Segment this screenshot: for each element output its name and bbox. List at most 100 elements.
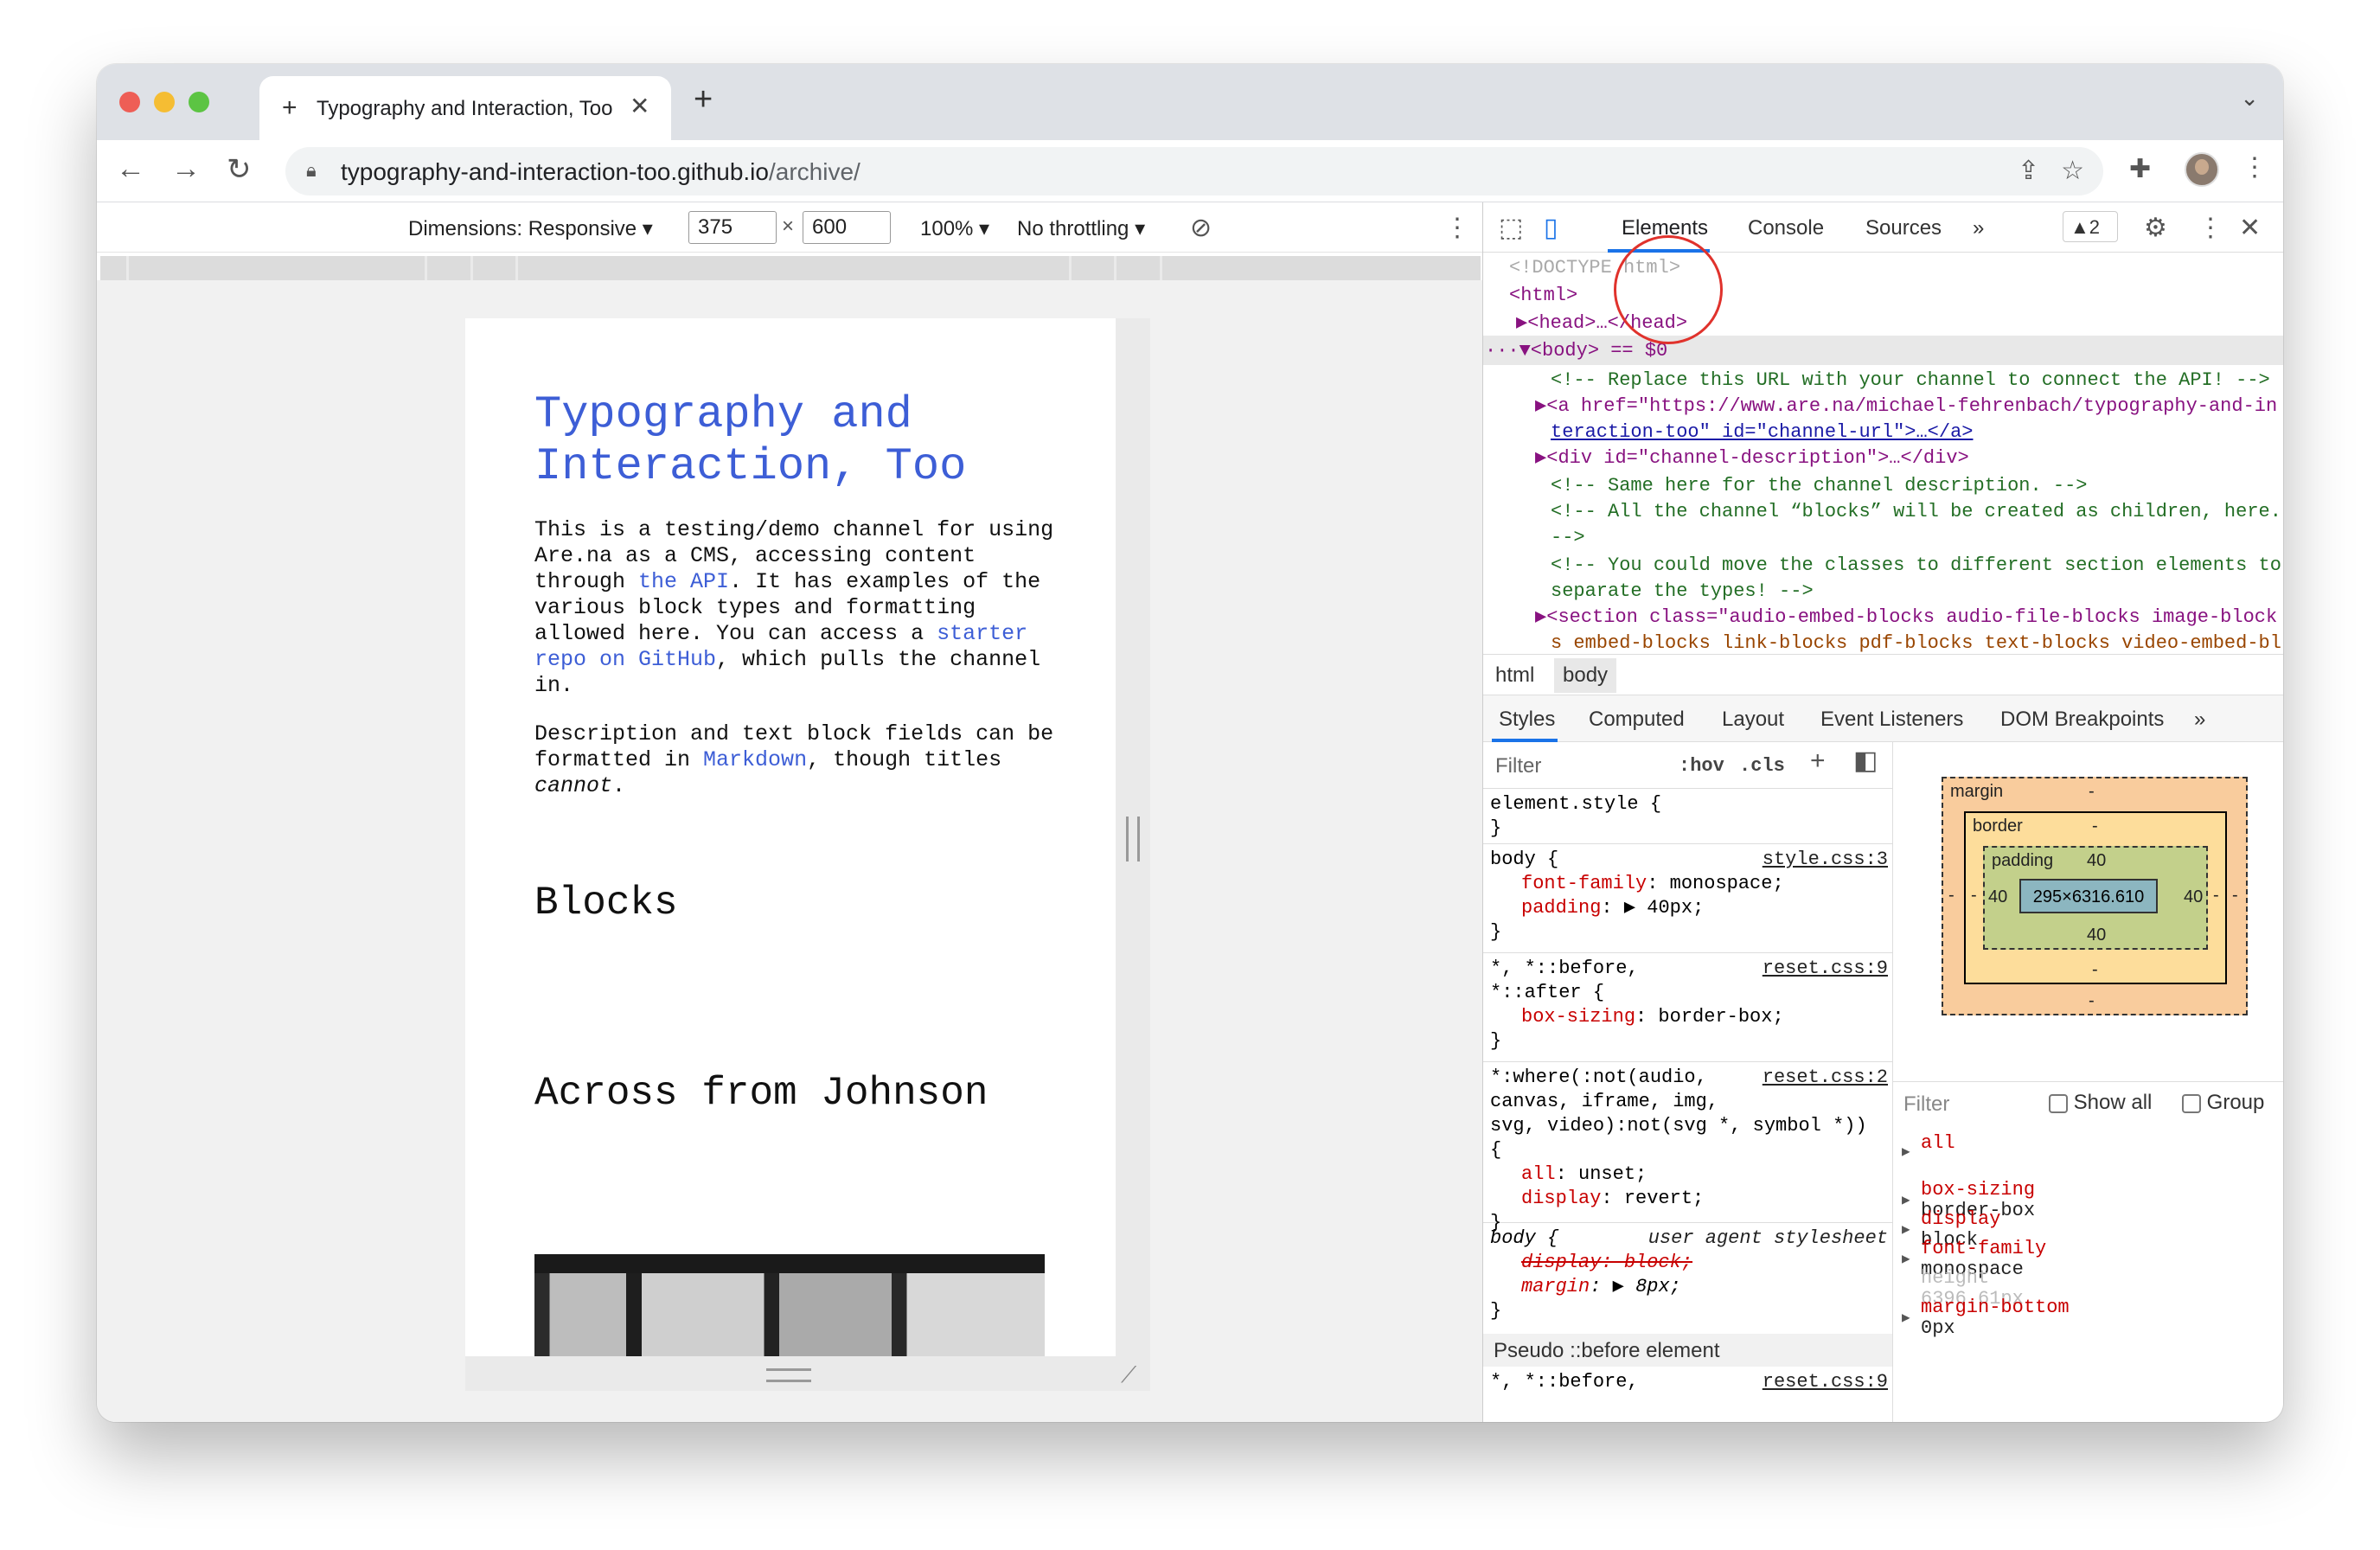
rotate-icon[interactable]: ⊘ [1190,213,1212,243]
bottom-resize-handle[interactable] [465,1356,1150,1391]
dom-line[interactable]: teraction-too" id="channel-url">…</a> [1551,419,1973,445]
chevron-down-icon[interactable]: ⌄ [2240,85,2259,112]
margin-right-value[interactable]: - [2232,886,2238,906]
tab-computed[interactable]: Computed [1589,708,1685,732]
add-rule-icon[interactable]: + [1810,748,1826,774]
css-value[interactable]: : border-box; [1635,1006,1784,1028]
warnings-badge[interactable]: ▲2 [2063,211,2118,242]
devtools-menu-icon[interactable]: ⋮ [2198,213,2223,243]
css-value[interactable]: : unset; [1556,1163,1647,1185]
group-checkbox[interactable]: Group [2182,1092,2264,1113]
dom-comment[interactable]: --> [1551,524,1585,551]
tab-sources[interactable]: Sources [1865,216,1942,240]
throttling-select[interactable]: No throttling ▾ [1017,216,1145,241]
star-icon[interactable]: ☆ [2061,157,2084,185]
computed-item[interactable]: all [1921,1133,1955,1154]
css-property[interactable]: font-family [1521,873,1647,894]
box-model-border[interactable]: border - - - - padding 40 40 40 40 295×6… [1964,811,2227,984]
rule-body[interactable]: body { style.css:3 font-family: monospac… [1483,844,1892,953]
expand-triangle-icon[interactable]: ▶ [1902,1249,1910,1270]
height-input[interactable] [803,211,891,244]
tab-dom-breakpoints[interactable]: DOM Breakpoints [2000,708,2164,732]
rule-source-link[interactable]: reset.css:9 [1763,957,1888,981]
markdown-link[interactable]: Markdown [703,747,807,772]
new-tab-icon[interactable]: + [694,81,713,118]
border-top-value[interactable]: - [2092,817,2098,836]
tab-styles[interactable]: Styles [1499,708,1555,732]
box-model-padding[interactable]: padding 40 40 40 40 295×6316.610 [1983,846,2208,950]
show-all-checkbox[interactable]: Show all [2049,1092,2152,1113]
rule-reset-where[interactable]: *:where(:not(audio, canvas, iframe, img,… [1483,1062,1892,1233]
rule-source-link[interactable]: reset.css:2 [1763,1066,1888,1090]
close-window-button[interactable] [119,92,140,112]
avatar[interactable] [2185,152,2219,187]
rule-source-link[interactable]: reset.css:9 [1763,1370,1888,1394]
forward-icon[interactable]: → [171,152,201,186]
dom-comment[interactable]: <!-- All the channel “blocks” will be cr… [1551,498,2281,525]
box-model-content[interactable]: 295×6316.610 [2019,879,2158,913]
expand-triangle-icon[interactable]: ▶ [1902,1220,1910,1240]
more-options-icon[interactable]: ⋮ [1444,213,1470,243]
minimize-window-button[interactable] [154,92,175,112]
box-model-margin[interactable]: margin - - - - border - - - - padding 40… [1942,777,2248,1015]
zoom-window-button[interactable] [189,92,209,112]
toggle-sidebar-icon[interactable]: ◧ [1853,748,1878,774]
breadcrumb-body[interactable]: body [1554,658,1617,693]
margin-top-value[interactable]: - [2089,782,2095,802]
hov-toggle[interactable]: :hov [1679,754,1724,778]
css-property[interactable]: display [1521,1188,1601,1209]
css-value[interactable]: : monospace; [1647,873,1783,894]
padding-top-value[interactable]: 40 [2087,851,2106,871]
share-icon[interactable]: ⇪ [2018,157,2039,185]
css-property[interactable]: all [1521,1163,1556,1185]
margin-left-value[interactable]: - [1948,886,1955,906]
expand-triangle-icon[interactable]: ▶ [1902,1142,1910,1162]
border-right-value[interactable]: - [2213,886,2219,906]
close-devtools-icon[interactable]: ✕ [2239,213,2261,243]
tab-layout[interactable]: Layout [1722,708,1784,732]
extensions-icon[interactable]: ✚ [2129,154,2151,184]
padding-bottom-value[interactable]: 40 [2087,926,2106,945]
dom-comment[interactable]: separate the types! --> [1551,578,1814,605]
dom-line[interactable]: <html> [1509,282,1577,309]
dom-line[interactable]: s embed-blocks link-blocks pdf-blocks te… [1551,630,2281,654]
dom-comment[interactable]: <!-- You could move the classes to diffe… [1551,552,2281,579]
dom-line-selected[interactable]: ···▼<body> == $0 [1485,337,1667,364]
reload-icon[interactable]: ↻ [227,152,252,187]
dom-line[interactable]: ▶<div id="channel-description">…</div> [1535,445,1969,471]
expand-triangle-icon[interactable]: ▶ [1902,1190,1910,1211]
back-icon[interactable]: ← [116,152,145,186]
css-property[interactable]: padding [1521,897,1601,919]
styles-filter-input[interactable]: Filter [1495,754,1541,778]
css-property[interactable]: box-sizing [1521,1006,1635,1028]
browser-tab[interactable]: + Typography and Interaction, Too ✕ [259,76,671,140]
device-toolbar-icon[interactable]: ▯ [1544,213,1558,243]
rule-source-link[interactable]: style.css:3 [1763,848,1888,872]
more-tabs-icon[interactable]: » [1973,216,1984,240]
gear-icon[interactable]: ⚙ [2144,213,2167,243]
computed-item[interactable]: margin-bottom 0px [1921,1297,2070,1339]
dom-comment[interactable]: <!-- Replace this URL with your channel … [1551,367,2270,394]
padding-left-value[interactable]: 40 [1988,887,2007,907]
breadcrumb-html[interactable]: html [1495,663,1534,688]
tab-event-listeners[interactable]: Event Listeners [1820,708,1963,732]
zoom-select[interactable]: 100% ▾ [920,216,989,241]
media-query-ruler[interactable] [100,256,1481,280]
dimensions-select[interactable]: Dimensions: Responsive ▾ [408,216,653,241]
rule-pseudo-reset[interactable]: *, *::before, reset.css:9 [1483,1367,1892,1422]
inspect-element-icon[interactable]: ⬚ [1499,213,1523,243]
rule-user-agent[interactable]: body { user agent stylesheet display: bl… [1483,1223,1892,1334]
expand-triangle-icon[interactable]: ▶ [1902,1308,1910,1329]
corner-resize-icon[interactable]: ⟋ [1121,1361,1136,1389]
width-input[interactable] [688,211,777,244]
omnibox[interactable]: 🔒︎ typography-and-interaction-too.github… [285,147,2103,195]
more-style-tabs-icon[interactable]: » [2194,708,2205,732]
lock-icon[interactable]: 🔒︎ [306,159,317,182]
margin-bottom-value[interactable]: - [2089,991,2095,1011]
rule-element-style[interactable]: element.style { } [1483,789,1892,844]
dom-line[interactable]: ▶<section class="audio-embed-blocks audi… [1535,604,2277,631]
border-left-value[interactable]: - [1971,886,1977,906]
right-resize-handle[interactable] [1116,318,1150,1356]
css-value[interactable]: : revert; [1601,1188,1704,1209]
close-tab-icon[interactable]: ✕ [630,92,649,120]
